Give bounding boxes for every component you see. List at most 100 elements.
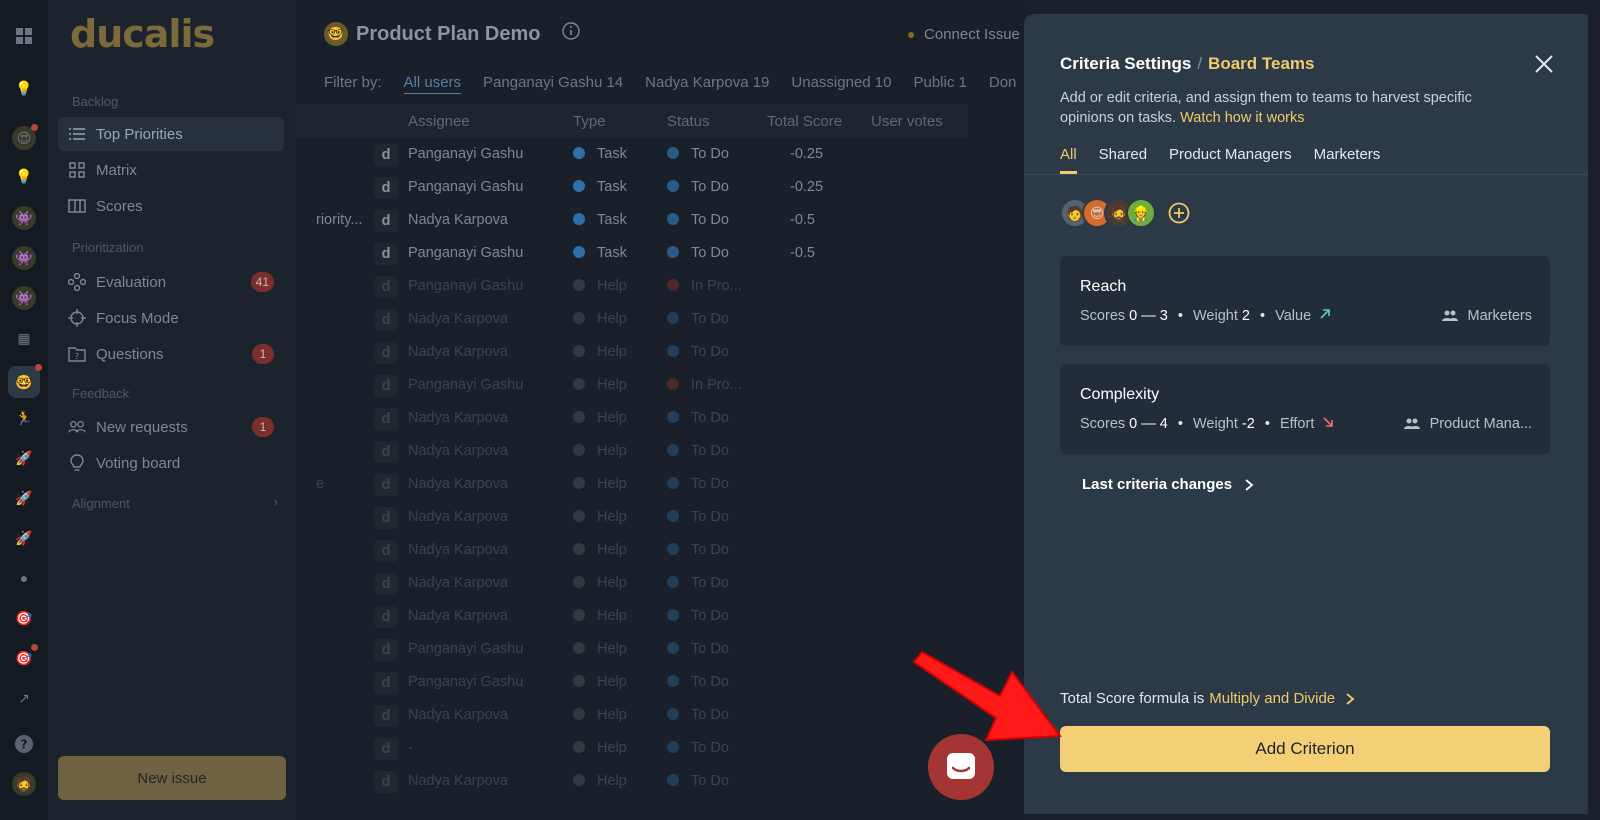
globe-icon[interactable]: ● (12, 566, 36, 590)
type-dot-icon (573, 609, 585, 621)
tab-shared[interactable]: Shared (1099, 146, 1147, 174)
bullet: • (1260, 308, 1266, 324)
user-avatar[interactable]: 🧔 (12, 772, 36, 796)
type-label: Task (597, 179, 627, 195)
table-row[interactable]: d Nadya Karpova Help To Do (296, 336, 996, 369)
help-icon[interactable]: ? (12, 732, 36, 756)
chat-launcher-button[interactable] (928, 734, 994, 800)
section-alignment[interactable]: Alignment › (72, 494, 278, 511)
avatar[interactable]: 👷 (1126, 198, 1156, 228)
table-row[interactable]: d Panganayi Gashu Help In Pro... (296, 369, 996, 402)
lightbulb-icon[interactable]: 💡 (12, 76, 36, 100)
column-assignee[interactable]: Assignee (408, 113, 470, 130)
table-row[interactable]: d Panganayi Gashu Task To Do -0.25 (296, 171, 996, 204)
board-nerd-icon-active[interactable]: 🤓 (8, 364, 42, 398)
assignee: Nadya Karpova (408, 509, 508, 525)
filter-panganayi[interactable]: Panganayi Gashu 14 (483, 74, 623, 94)
runner-icon[interactable]: 🏃 (12, 406, 36, 430)
board-monster-icon[interactable]: 👾 (12, 286, 36, 310)
lightbulb-icon[interactable]: 💡 (12, 164, 36, 188)
new-issue-button[interactable]: New issue (58, 756, 286, 800)
table-row[interactable]: d Nadya Karpova Help To Do (296, 435, 996, 468)
column-total-score[interactable]: Total Score (767, 113, 842, 130)
board-emoji-icon[interactable]: 😍 (12, 124, 38, 150)
panel-title: Criteria Settings / Board Teams (1060, 54, 1315, 74)
criterion-team: Marketers (1441, 308, 1532, 324)
status-dot-icon (667, 741, 679, 753)
table-row[interactable]: d Panganayi Gashu Help To Do (296, 666, 996, 699)
filter-done[interactable]: Don (989, 74, 1017, 94)
table-icon (68, 197, 86, 215)
column-type[interactable]: Type (573, 113, 606, 130)
criterion-card-reach[interactable]: Reach Scores 0 — 3 • Weight 2 • Value Ma… (1060, 256, 1550, 346)
board-monster-icon[interactable]: 👾 (12, 246, 36, 270)
table-row[interactable]: d Nadya Karpova Help To Do (296, 765, 996, 798)
type-dot-icon (573, 543, 585, 555)
column-user-votes[interactable]: User votes (871, 113, 943, 130)
filter-nadya[interactable]: Nadya Karpova 19 (645, 74, 769, 94)
tab-product-managers[interactable]: Product Managers (1169, 146, 1292, 174)
weight-value: 2 (1241, 308, 1250, 324)
table-row[interactable]: d - Help To Do (296, 732, 996, 765)
team-name-link[interactable]: Board Teams (1208, 54, 1314, 73)
watch-how-it-works-link[interactable]: Watch how it works (1180, 110, 1304, 126)
table-row[interactable]: d Nadya Karpova Help To Do (296, 600, 996, 633)
tab-marketers[interactable]: Marketers (1314, 146, 1381, 174)
table-row[interactable]: d Panganayi Gashu Help In Pro... (296, 270, 996, 303)
add-member-icon[interactable] (1168, 202, 1190, 224)
table-row[interactable]: d Nadya Karpova Help To Do (296, 534, 996, 567)
table-row[interactable]: e d Nadya Karpova Help To Do (296, 468, 996, 501)
rocket-icon[interactable]: 🚀 (12, 486, 36, 510)
sidebar-item-matrix[interactable]: Matrix (58, 153, 284, 187)
table-row[interactable]: d Panganayi Gashu Task To Do -0.5 (296, 237, 996, 270)
sidebar-item-voting-board[interactable]: Voting board (58, 446, 284, 480)
rocket-icon[interactable]: 🚀 (12, 526, 36, 550)
formula-link[interactable]: Multiply and Divide (1209, 690, 1335, 707)
scores-label: Scores (1080, 308, 1126, 324)
connect-issue-link[interactable]: Connect Issue (908, 26, 1020, 43)
sidebar-item-scores[interactable]: Scores (58, 189, 284, 223)
close-icon[interactable] (1532, 52, 1556, 76)
sidebar-item-new-requests[interactable]: New requests 1 (58, 410, 284, 444)
tab-all[interactable]: All (1060, 146, 1077, 174)
table-row[interactable]: d Nadya Karpova Help To Do (296, 501, 996, 534)
target-icon[interactable]: 🎯 (12, 644, 38, 670)
sidebar-item-evaluation[interactable]: Evaluation 41 (58, 265, 284, 299)
issue-type-marker: d (374, 606, 398, 628)
target-icon[interactable]: 🎯 (12, 606, 36, 630)
sidebar-item-label: Questions (96, 345, 164, 363)
board-monster-icon[interactable]: 👾 (12, 206, 36, 230)
column-status[interactable]: Status (667, 113, 710, 130)
issue-type-marker: d (374, 408, 398, 430)
sidebar-item-questions[interactable]: ? Questions 1 (58, 337, 284, 371)
filter-public[interactable]: Public 1 (913, 74, 966, 94)
filter-unassigned[interactable]: Unassigned 10 (791, 74, 891, 94)
table-row[interactable]: d Nadya Karpova Help To Do (296, 567, 996, 600)
table-row[interactable]: riority... d Nadya Karpova Task To Do -0.5 (296, 204, 996, 237)
info-icon[interactable] (562, 22, 581, 46)
type-dot-icon (573, 213, 585, 225)
criterion-card-complexity[interactable]: Complexity Scores 0 — 4 • Weight -2 • Ef… (1060, 364, 1550, 454)
table-row[interactable]: d Nadya Karpova Help To Do (296, 699, 996, 732)
rocket-icon[interactable]: 🚀 (12, 446, 36, 470)
type-label: Help (597, 575, 627, 591)
filter-all-users[interactable]: All users (403, 74, 462, 94)
table-row[interactable]: d Panganayi Gashu Task To Do -0.25 (296, 138, 996, 171)
chart-icon[interactable]: ↗ (12, 686, 36, 710)
apps-grid-icon[interactable] (12, 24, 36, 48)
board-grid-icon[interactable]: ▦ (12, 326, 36, 350)
table-row[interactable]: d Nadya Karpova Help To Do (296, 303, 996, 336)
type-dot-icon (573, 510, 585, 522)
type-label: Help (597, 377, 627, 393)
status-cell: To Do (667, 674, 729, 690)
type-dot-icon (573, 345, 585, 357)
add-criterion-button[interactable]: Add Criterion (1060, 726, 1550, 772)
table-row[interactable]: d Nadya Karpova Help To Do (296, 402, 996, 435)
sidebar-item-focus-mode[interactable]: Focus Mode (58, 301, 284, 335)
sidebar-item-top-priorities[interactable]: Top Priorities (58, 117, 284, 151)
type-cell: Task (573, 146, 627, 162)
type-cell: Help (573, 476, 627, 492)
table-row[interactable]: d Panganayi Gashu Help To Do (296, 633, 996, 666)
type-label: Help (597, 740, 627, 756)
last-criteria-changes-link[interactable]: Last criteria changes (1082, 476, 1254, 493)
